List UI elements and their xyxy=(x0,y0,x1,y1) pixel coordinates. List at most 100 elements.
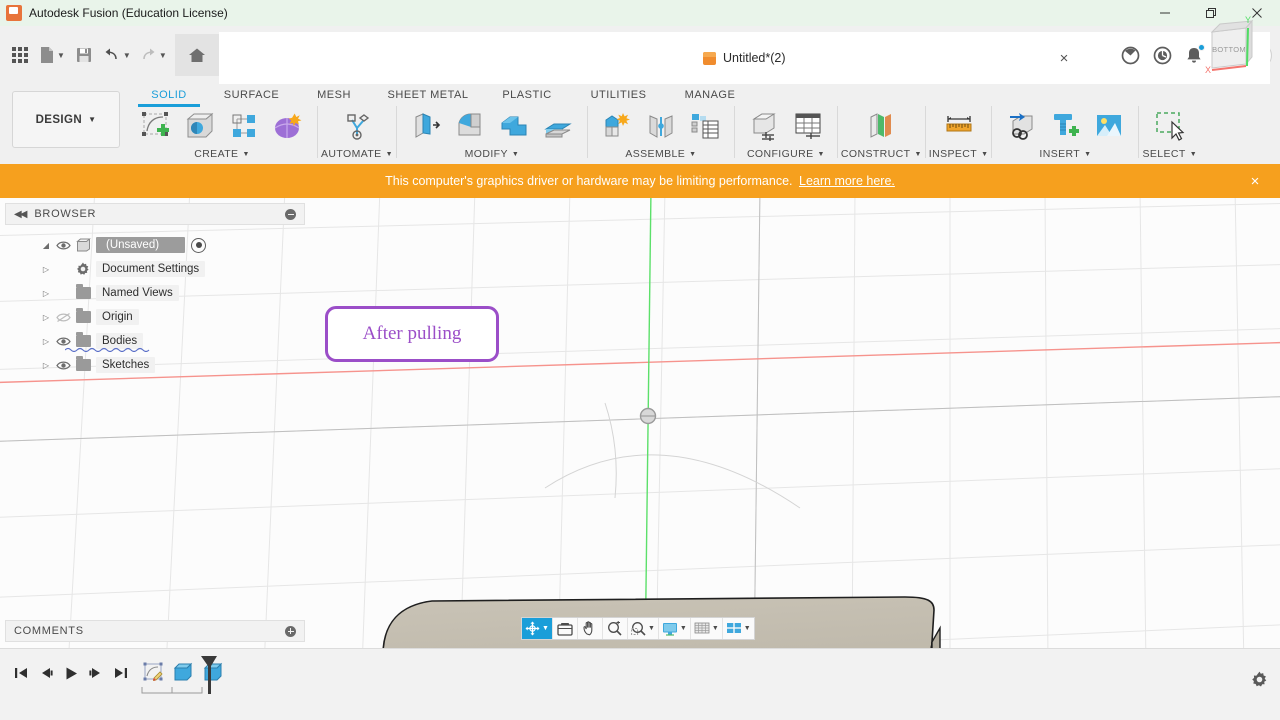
config-table-button[interactable] xyxy=(786,106,830,146)
pan-button[interactable] xyxy=(578,618,603,639)
tab-solid[interactable]: SOLID xyxy=(130,86,208,107)
panel-label-modify[interactable]: MODIFY ▼ xyxy=(465,146,520,162)
timeline-feature-sketch[interactable] xyxy=(140,659,166,685)
visibility-eye-icon[interactable] xyxy=(53,336,73,347)
insert-canvas-button[interactable] xyxy=(1087,106,1131,146)
browser-collapse-toggle[interactable] xyxy=(285,208,296,220)
expand-arrow-icon[interactable]: ▷ xyxy=(39,361,53,370)
tree-item-sketches[interactable]: ▷ Sketches xyxy=(5,353,305,377)
create-sketch-button[interactable] xyxy=(134,106,178,146)
viewports-button[interactable]: ▼ xyxy=(723,618,754,639)
workspace-switcher-button[interactable]: DESIGN ▼ xyxy=(12,91,120,148)
home-button[interactable] xyxy=(174,34,219,76)
press-pull-button[interactable] xyxy=(404,106,448,146)
folder-icon xyxy=(73,284,93,299)
insert-mcmaster-button[interactable] xyxy=(1043,106,1087,146)
document-tab[interactable]: Untitled*(2) xyxy=(218,32,1270,84)
panel-label-select[interactable]: SELECT ▼ xyxy=(1142,146,1197,162)
banner-close-button[interactable]: × xyxy=(1240,164,1270,198)
recent-activity-icon[interactable] xyxy=(1146,38,1178,72)
comments-panel-header[interactable]: COMMENTS xyxy=(5,620,305,642)
assembly-table-button[interactable] xyxy=(683,106,727,146)
job-status-icon[interactable] xyxy=(1114,38,1146,72)
go-to-end-button[interactable] xyxy=(108,661,133,685)
go-to-beginning-button[interactable] xyxy=(8,661,33,685)
timeline-group-bracket xyxy=(141,687,203,694)
visibility-eye-icon[interactable] xyxy=(53,240,73,251)
expand-arrow-icon[interactable]: ▷ xyxy=(39,265,53,274)
configure-button[interactable] xyxy=(742,106,786,146)
fillet-button[interactable] xyxy=(448,106,492,146)
panel-label-construct[interactable]: CONSTRUCT ▼ xyxy=(841,146,922,162)
visibility-eye-hidden-icon[interactable] xyxy=(53,312,73,323)
timeline-playhead-marker[interactable] xyxy=(200,654,218,696)
panel-label-assemble[interactable]: ASSEMBLE ▼ xyxy=(625,146,696,162)
expand-arrow-icon[interactable]: ◢ xyxy=(39,241,53,250)
minimize-button[interactable] xyxy=(1142,0,1188,26)
timeline-settings-button[interactable] xyxy=(1251,671,1268,693)
collapse-left-icon[interactable]: ◀◀ xyxy=(14,209,27,220)
panel-label-insert[interactable]: INSERT ▼ xyxy=(1039,146,1091,162)
tab-mesh[interactable]: MESH xyxy=(295,86,373,105)
chevron-down-icon: ▼ xyxy=(158,50,167,60)
undo-button[interactable]: ▼ xyxy=(99,38,135,72)
step-forward-button[interactable] xyxy=(83,661,108,685)
tree-item-named-views[interactable]: ▷ Named Views xyxy=(5,281,305,305)
extrude-button[interactable] xyxy=(178,106,222,146)
new-component-button[interactable] xyxy=(595,106,639,146)
offset-face-icon xyxy=(544,123,572,138)
orange-cube-icon xyxy=(703,51,716,65)
automate-button[interactable] xyxy=(335,106,379,146)
tab-manage[interactable]: MANAGE xyxy=(666,86,754,105)
look-at-button[interactable] xyxy=(553,618,578,639)
browser-header[interactable]: ◀◀ BROWSER xyxy=(5,203,305,225)
tree-item-origin[interactable]: ▷ Origin xyxy=(5,305,305,329)
panel-label-create[interactable]: CREATE ▼ xyxy=(194,146,250,162)
close-document-tab-button[interactable]: × xyxy=(1048,32,1080,84)
expand-arrow-icon[interactable]: ▷ xyxy=(39,337,53,346)
tab-utilities[interactable]: UTILITIES xyxy=(571,86,666,105)
quick-access-toolbar: ▼ ▼ ▼ Untitled*(2) × xyxy=(0,26,1280,84)
tree-item-bodies[interactable]: ▷ Bodies xyxy=(5,329,305,353)
select-window-button[interactable] xyxy=(1148,106,1192,146)
insert-derive-button[interactable] xyxy=(999,106,1043,146)
grid-snaps-button[interactable]: ▼ xyxy=(691,618,723,639)
panel-label-automate[interactable]: AUTOMATE ▼ xyxy=(321,146,393,162)
banner-learn-more-link[interactable]: Learn more here. xyxy=(799,174,895,188)
viewcube-x-label: X xyxy=(1205,65,1211,75)
tree-item-unsaved[interactable]: ◢ (Unsaved) xyxy=(5,233,305,257)
tab-surface[interactable]: SURFACE xyxy=(208,86,295,105)
measure-button[interactable] xyxy=(937,106,981,146)
expand-arrow-icon[interactable]: ▷ xyxy=(39,313,53,322)
chevron-down-icon: ▼ xyxy=(679,625,687,632)
zoom-button[interactable] xyxy=(603,618,628,639)
expand-arrow-icon[interactable]: ▷ xyxy=(39,289,53,298)
tree-item-document-settings[interactable]: ▷ Document Settings xyxy=(5,257,305,281)
panel-label-configure[interactable]: CONFIGURE ▼ xyxy=(747,146,825,162)
pattern-button[interactable] xyxy=(222,106,266,146)
panel-label-inspect[interactable]: INSPECT ▼ xyxy=(929,146,989,162)
offset-face-button[interactable] xyxy=(536,106,580,146)
construct-plane-button[interactable] xyxy=(859,106,903,146)
timeline-feature-extrude-1[interactable] xyxy=(170,659,196,685)
shell-button[interactable] xyxy=(492,106,536,146)
add-comment-icon[interactable] xyxy=(285,625,296,637)
redo-button[interactable]: ▼ xyxy=(135,38,171,72)
document-icon xyxy=(73,238,93,252)
orbit-button[interactable]: ▼ xyxy=(522,618,553,639)
activate-component-radio[interactable] xyxy=(191,237,207,253)
tab-plastic[interactable]: PLASTIC xyxy=(483,86,571,105)
new-file-button[interactable]: ▼ xyxy=(35,38,69,72)
play-button[interactable] xyxy=(58,661,83,685)
app-grid-button[interactable] xyxy=(5,38,35,72)
sketch-feature-icon xyxy=(143,662,163,682)
fit-button[interactable]: ▼ xyxy=(628,618,659,639)
step-back-button[interactable] xyxy=(33,661,58,685)
form-button[interactable] xyxy=(266,106,310,146)
display-settings-button[interactable]: ▼ xyxy=(659,618,691,639)
save-button[interactable] xyxy=(69,38,99,72)
visibility-eye-icon[interactable] xyxy=(53,360,73,371)
view-cube[interactable]: BOTTOM X Y xyxy=(1190,8,1270,88)
joint-button[interactable] xyxy=(639,106,683,146)
tab-sheet-metal[interactable]: SHEET METAL xyxy=(373,86,483,105)
